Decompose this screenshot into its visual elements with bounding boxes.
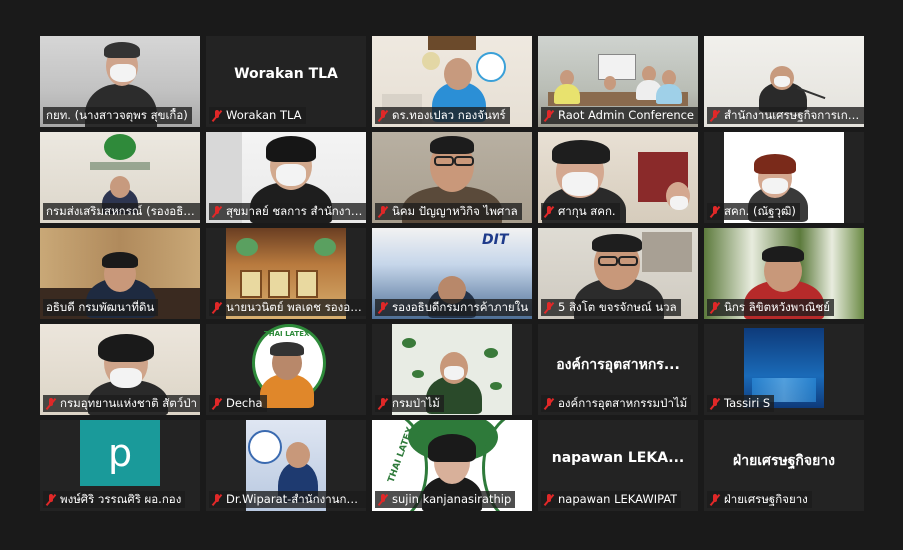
mic-muted-icon (212, 397, 222, 410)
participant-name-label: กรมป่าไม้ (375, 395, 444, 412)
participant-name-label: นิคม ปัญญาหวิกิจ ไพศาล (375, 203, 522, 220)
participant-tile[interactable]: นิกร ลิขิตหวังพาณิชย์ (704, 228, 864, 319)
participant-name-label: อธิบดี กรมพัฒนาที่ดิน (43, 299, 159, 316)
participant-display-name: ฝ่ายเศรษฐกิจยาง (733, 453, 835, 469)
participant-name-label: ศากุน สคก. (541, 203, 620, 220)
mic-muted-icon (212, 493, 222, 506)
dit-logo: DIT (482, 232, 509, 248)
mic-muted-icon (710, 109, 720, 122)
participant-tile[interactable]: สำนักงานเศรษฐกิจการเกษตร (704, 36, 864, 127)
participant-tile[interactable]: p พงษ์ศิริ วรรณศิริ ผอ.กอง (40, 420, 200, 511)
mic-muted-icon (378, 397, 388, 410)
mic-muted-icon (710, 493, 720, 506)
participant-name-label: Tassiri S (707, 395, 775, 412)
participant-tile[interactable]: Dr.Wiparat-สำนักงานการยาง (206, 420, 366, 511)
participant-tile[interactable]: 5 สิงโต ขจรจักษณ์ นวล (538, 228, 698, 319)
participant-tile[interactable]: THAI LATEX Decha (206, 324, 366, 415)
participant-tile[interactable]: Worakan TLA Worakan TLA (206, 36, 366, 127)
participant-name-label: sujin kanjanasirathip (375, 491, 516, 508)
mic-muted-icon (378, 109, 388, 122)
participant-name-label: Raot Admin Conference (541, 107, 698, 124)
participant-tile[interactable]: ฝ่ายเศรษฐกิจยาง ฝ่ายเศรษฐกิจยาง (704, 420, 864, 511)
participant-name-label: 5 สิงโต ขจรจักษณ์ นวล (541, 299, 681, 316)
mic-muted-icon (544, 397, 554, 410)
participant-tile[interactable]: อธิบดี กรมพัฒนาที่ดิน (40, 228, 200, 319)
participant-tile[interactable]: สคก. (ณัฐวุฒิ) (704, 132, 864, 223)
mic-muted-icon (710, 397, 720, 410)
participant-tile[interactable]: องค์การอุตสาหกร... องค์การอุตสาหกรรมป่าไ… (538, 324, 698, 415)
mic-muted-icon (710, 205, 720, 218)
mic-muted-icon (46, 493, 56, 506)
mic-muted-icon (710, 301, 720, 314)
participant-tile[interactable]: napawan LEKA... napawan LEKAWIPAT (538, 420, 698, 511)
participant-tile[interactable]: กรมส่งเสริมสหกรณ์ (รองอธิบดี) (40, 132, 200, 223)
participant-name-label: องค์การอุตสาหกรรมป่าไม้ (541, 395, 692, 412)
participant-tile[interactable]: กรมอุทยานแห่งชาติ สัตว์ป่า (40, 324, 200, 415)
participant-name-label: กรมส่งเสริมสหกรณ์ (รองอธิบดี) (43, 203, 200, 220)
participant-tile[interactable]: นายนวนิตย์ พลเดช รองอธิบดี (206, 228, 366, 319)
profile-avatar: p (80, 420, 160, 486)
participant-name-label: นายนวนิตย์ พลเดช รองอธิบดี (209, 299, 366, 316)
participant-name-label: ฝ่ายเศรษฐกิจยาง (707, 491, 812, 508)
participant-tile[interactable]: Raot Admin Conference (538, 36, 698, 127)
participant-tile[interactable]: ศากุน สคก. (538, 132, 698, 223)
participant-name-label: ดร.ทองเปลว กองจันทร์ (375, 107, 510, 124)
mic-muted-icon (544, 301, 554, 314)
participant-name-label: สคก. (ณัฐวุฒิ) (707, 203, 800, 220)
mic-muted-icon (212, 109, 222, 122)
mic-muted-icon (212, 301, 222, 314)
mic-muted-icon (378, 493, 388, 506)
participant-name-label: Dr.Wiparat-สำนักงานการยาง (209, 491, 366, 508)
mic-muted-icon (544, 493, 554, 506)
participant-tile[interactable]: สุขมาลย์ ชลการ สำนักงานฯ (206, 132, 366, 223)
participant-tile[interactable]: นิคม ปัญญาหวิกิจ ไพศาล (372, 132, 532, 223)
participant-name-label: Worakan TLA (209, 107, 306, 124)
participant-tile[interactable]: กรมป่าไม้ (372, 324, 532, 415)
participant-name-label: นิกร ลิขิตหวังพาณิชย์ (707, 299, 834, 316)
participant-name-label: สำนักงานเศรษฐกิจการเกษตร (707, 107, 864, 124)
participant-display-name: Worakan TLA (234, 66, 338, 82)
participant-name-label: napawan LEKAWIPAT (541, 491, 682, 508)
participant-tile[interactable]: Tassiri S (704, 324, 864, 415)
participant-name-label: กยท. (นางสาวจตุพร สุขเกื้อ) (43, 107, 192, 124)
participant-name-label: กรมอุทยานแห่งชาติ สัตว์ป่า (43, 395, 200, 412)
participant-tile[interactable]: DIT รองอธิบดีกรมการค้าภายใน (372, 228, 532, 319)
participant-name-label: พงษ์ศิริ วรรณศิริ ผอ.กอง (43, 491, 186, 508)
participant-tile[interactable]: ดร.ทองเปลว กองจันทร์ (372, 36, 532, 127)
participant-name-label: สุขมาลย์ ชลการ สำนักงานฯ (209, 203, 366, 220)
participant-display-name: napawan LEKA... (551, 450, 685, 466)
mic-muted-icon (378, 301, 388, 314)
mic-muted-icon (46, 397, 56, 410)
mic-muted-icon (544, 109, 554, 122)
participant-tile[interactable]: กยท. (นางสาวจตุพร สุขเกื้อ) (40, 36, 200, 127)
participant-name-label: Decha (209, 395, 267, 412)
mic-muted-icon (544, 205, 554, 218)
participant-tile[interactable]: THAI LATEX sujin kanjanasirathip (372, 420, 532, 511)
participant-name-label: รองอธิบดีกรมการค้าภายใน (375, 299, 532, 316)
mic-muted-icon (212, 205, 222, 218)
participant-display-name: องค์การอุตสาหกร... (556, 357, 680, 373)
mic-muted-icon (378, 205, 388, 218)
video-gallery-grid: กยท. (นางสาวจตุพร สุขเกื้อ) Worakan TLA … (40, 36, 866, 512)
